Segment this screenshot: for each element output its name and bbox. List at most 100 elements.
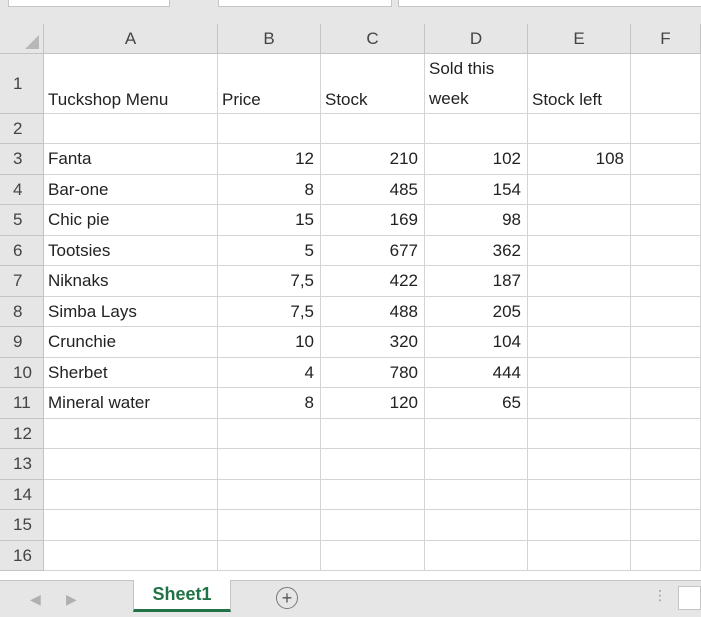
cell[interactable]: [321, 510, 425, 541]
splitter-handle-icon[interactable]: ⋮: [653, 587, 667, 604]
row-header-1[interactable]: 1: [0, 54, 44, 114]
cell-stock[interactable]: 485: [321, 175, 425, 205]
cell-sold[interactable]: 154: [425, 175, 528, 205]
cell-stock[interactable]: 677: [321, 236, 425, 266]
cell[interactable]: [631, 205, 701, 236]
row-header-15[interactable]: 15: [0, 510, 44, 541]
row-header-4[interactable]: 4: [0, 175, 44, 205]
row-header-12[interactable]: 12: [0, 419, 44, 449]
row-header-10[interactable]: 10: [0, 358, 44, 388]
cell-stock-left[interactable]: 108: [528, 144, 631, 175]
cell[interactable]: [631, 175, 701, 205]
cell[interactable]: [631, 388, 701, 419]
cell[interactable]: [528, 388, 631, 419]
cell-item-name[interactable]: Fanta: [44, 144, 218, 175]
cell[interactable]: [631, 297, 701, 327]
cell-a1[interactable]: Tuckshop Menu: [44, 54, 218, 114]
cell[interactable]: [528, 175, 631, 205]
cell[interactable]: [425, 114, 528, 144]
formula-bar-segment[interactable]: [218, 0, 392, 7]
cell-e1[interactable]: Stock left: [528, 54, 631, 114]
cell[interactable]: [218, 114, 321, 144]
row-header-8[interactable]: 8: [0, 297, 44, 327]
cell[interactable]: [631, 327, 701, 358]
cell-price[interactable]: 8: [218, 175, 321, 205]
cell-price[interactable]: 7,5: [218, 266, 321, 297]
cell[interactable]: [528, 541, 631, 571]
cell-item-name[interactable]: Sherbet: [44, 358, 218, 388]
cell-sold[interactable]: 187: [425, 266, 528, 297]
cell[interactable]: [321, 114, 425, 144]
select-all-corner[interactable]: [0, 24, 44, 54]
cell[interactable]: [218, 510, 321, 541]
column-header-a[interactable]: A: [44, 24, 218, 54]
cell[interactable]: [44, 541, 218, 571]
cell[interactable]: [631, 54, 701, 114]
cell[interactable]: [528, 205, 631, 236]
cell-sold[interactable]: 205: [425, 297, 528, 327]
cell[interactable]: [321, 419, 425, 449]
cell-sold[interactable]: 362: [425, 236, 528, 266]
cell[interactable]: [631, 449, 701, 480]
cell-item-name[interactable]: Mineral water: [44, 388, 218, 419]
cell-b1[interactable]: Price: [218, 54, 321, 114]
cell[interactable]: [528, 327, 631, 358]
cell-sold[interactable]: 104: [425, 327, 528, 358]
cell-price[interactable]: 15: [218, 205, 321, 236]
cell-price[interactable]: 4: [218, 358, 321, 388]
column-header-b[interactable]: B: [218, 24, 321, 54]
row-header-14[interactable]: 14: [0, 480, 44, 510]
name-box[interactable]: [8, 0, 170, 7]
cell-sold[interactable]: 444: [425, 358, 528, 388]
cell[interactable]: [321, 480, 425, 510]
column-header-c[interactable]: C: [321, 24, 425, 54]
cell-item-name[interactable]: Tootsies: [44, 236, 218, 266]
cell[interactable]: [44, 510, 218, 541]
cell[interactable]: [425, 449, 528, 480]
cell-item-name[interactable]: Chic pie: [44, 205, 218, 236]
sheet-tab-sheet1[interactable]: Sheet1: [133, 580, 231, 612]
cell[interactable]: [218, 541, 321, 571]
cell-price[interactable]: 10: [218, 327, 321, 358]
row-header-6[interactable]: 6: [0, 236, 44, 266]
cell-stock[interactable]: 120: [321, 388, 425, 419]
cell-item-name[interactable]: Bar-one: [44, 175, 218, 205]
cell[interactable]: [425, 480, 528, 510]
cell[interactable]: [631, 480, 701, 510]
add-sheet-icon[interactable]: +: [276, 587, 298, 609]
cell[interactable]: [44, 114, 218, 144]
cell-sold[interactable]: 102: [425, 144, 528, 175]
cell-c1[interactable]: Stock: [321, 54, 425, 114]
cell[interactable]: [528, 236, 631, 266]
cell[interactable]: [425, 541, 528, 571]
cell-sold[interactable]: 65: [425, 388, 528, 419]
row-header-11[interactable]: 11: [0, 388, 44, 419]
cell[interactable]: [631, 510, 701, 541]
column-header-f[interactable]: F: [631, 24, 701, 54]
cell[interactable]: [321, 449, 425, 480]
cell[interactable]: [631, 236, 701, 266]
cell-price[interactable]: 8: [218, 388, 321, 419]
cell-item-name[interactable]: Crunchie: [44, 327, 218, 358]
row-header-2[interactable]: 2: [0, 114, 44, 144]
cell[interactable]: [218, 419, 321, 449]
cell[interactable]: [528, 449, 631, 480]
cell-stock[interactable]: 780: [321, 358, 425, 388]
cell-stock[interactable]: 320: [321, 327, 425, 358]
cell[interactable]: [218, 480, 321, 510]
cell-price[interactable]: 5: [218, 236, 321, 266]
cell-stock[interactable]: 210: [321, 144, 425, 175]
cell-sold[interactable]: 98: [425, 205, 528, 236]
row-header-3[interactable]: 3: [0, 144, 44, 175]
cell-price[interactable]: 12: [218, 144, 321, 175]
cell[interactable]: [425, 510, 528, 541]
cell[interactable]: [631, 114, 701, 144]
row-header-16[interactable]: 16: [0, 541, 44, 571]
row-header-5[interactable]: 5: [0, 205, 44, 236]
cell-item-name[interactable]: Simba Lays: [44, 297, 218, 327]
cell[interactable]: [44, 480, 218, 510]
cell[interactable]: [528, 266, 631, 297]
scroll-tabs-right-icon[interactable]: ▶: [66, 591, 77, 608]
horizontal-scrollbar[interactable]: [678, 586, 701, 610]
cell-stock[interactable]: 422: [321, 266, 425, 297]
